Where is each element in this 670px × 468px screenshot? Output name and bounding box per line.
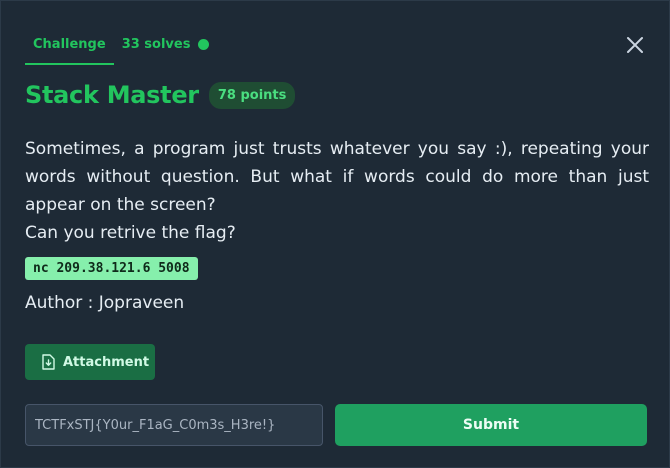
connection-command: nc 209.38.121.6 5008 xyxy=(25,257,198,280)
flag-input[interactable] xyxy=(25,404,323,446)
tab-challenge[interactable]: Challenge xyxy=(25,27,114,65)
attachment-button[interactable]: Attachment xyxy=(25,344,155,380)
file-download-icon xyxy=(42,354,55,370)
challenge-modal: Challenge 33 solves Stack Master 78 poin… xyxy=(0,0,670,468)
tab-solves[interactable]: 33 solves xyxy=(114,27,218,65)
description-paragraph-2: Can you retrive the flag? xyxy=(25,223,236,243)
submit-button[interactable]: Submit xyxy=(335,404,647,446)
title-row: Stack Master 78 points xyxy=(25,81,296,109)
challenge-author: Author : Jopraveen xyxy=(25,293,185,313)
challenge-title: Stack Master xyxy=(25,81,199,109)
close-icon xyxy=(627,37,643,53)
tab-challenge-label: Challenge xyxy=(33,37,106,52)
tab-solves-label: 33 solves xyxy=(121,37,191,52)
status-dot-icon xyxy=(198,39,210,50)
tab-bar: Challenge 33 solves xyxy=(25,27,217,65)
description-paragraph-1: Sometimes, a program just trusts whateve… xyxy=(25,139,649,215)
challenge-description: Sometimes, a program just trusts whateve… xyxy=(25,135,649,247)
points-badge: 78 points xyxy=(208,81,296,109)
close-button[interactable] xyxy=(623,33,647,57)
attachment-label: Attachment xyxy=(63,354,150,370)
